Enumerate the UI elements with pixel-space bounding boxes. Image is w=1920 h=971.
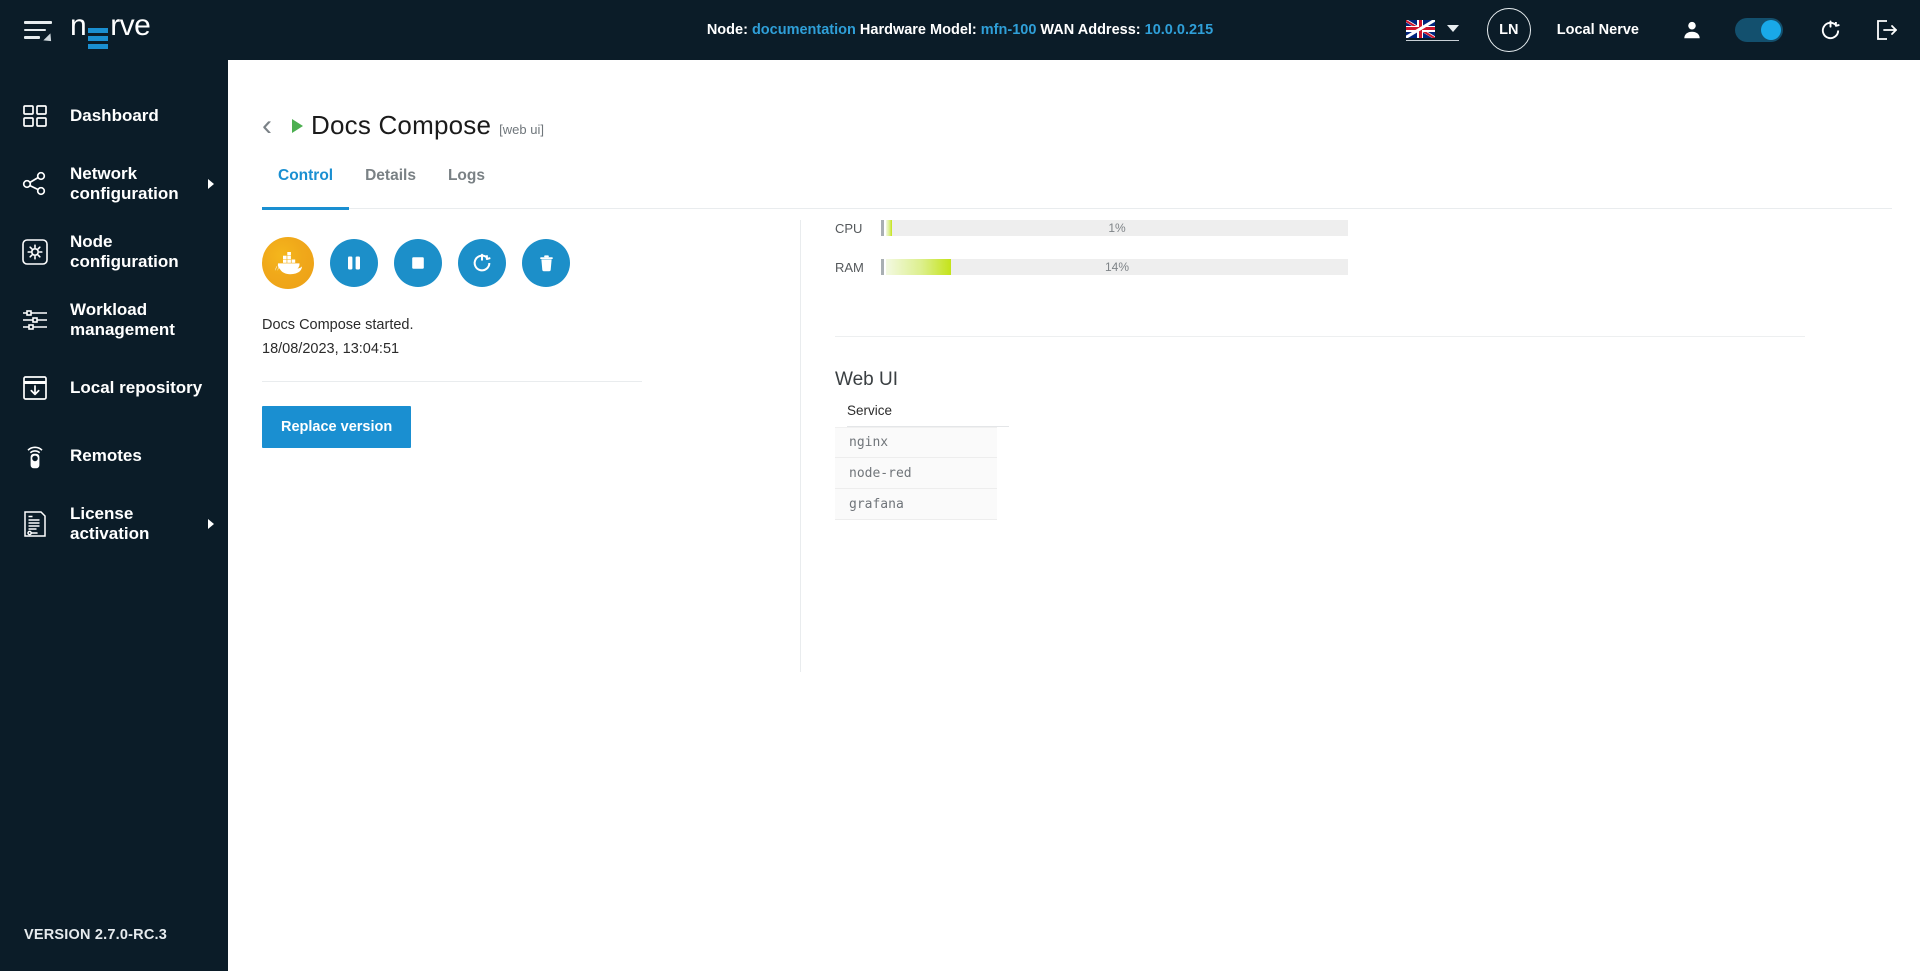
ram-label: RAM	[835, 259, 864, 275]
app-root: n rve Node: documentation Hardware Model…	[0, 0, 1920, 971]
sidebar-item-local-repository[interactable]: Local repository	[0, 354, 228, 422]
restart-icon[interactable]	[1819, 19, 1842, 42]
docker-icon[interactable]	[262, 237, 314, 289]
sliders-icon	[18, 303, 52, 337]
sidebar-item-remotes[interactable]: Remotes	[0, 422, 228, 490]
logo-text-right: rve	[110, 9, 151, 42]
wan-label: WAN Address:	[1040, 22, 1141, 38]
restart-button[interactable]	[458, 239, 506, 287]
chevron-down-icon	[1446, 25, 1459, 32]
page-header: ‹ Docs Compose [web ui]	[228, 60, 1920, 141]
sidebar-item-node-configuration[interactable]: Node configuration	[0, 218, 228, 286]
back-button[interactable]: ‹	[262, 110, 272, 141]
cpu-percent-label: 1%	[1108, 221, 1126, 235]
uk-flag-icon	[1405, 19, 1435, 38]
chevron-right-icon	[208, 179, 214, 189]
hardware-label: Hardware Model:	[859, 22, 977, 38]
sidebar-item-label: License activation	[70, 503, 150, 543]
tab-logs[interactable]: Logs	[432, 167, 501, 208]
service-column-header: Service	[847, 403, 1009, 427]
sidebar-item-label: Dashboard	[70, 105, 159, 125]
tab-details[interactable]: Details	[349, 167, 432, 208]
main-content: ‹ Docs Compose [web ui] Control Details …	[228, 60, 1920, 971]
sidebar-item-label: Node configuration	[70, 231, 179, 271]
workload-status-text: Docs Compose started.	[262, 317, 414, 333]
meter-start-marker	[881, 259, 884, 275]
ram-percent-label: 14%	[1104, 260, 1130, 274]
pause-button[interactable]	[330, 239, 378, 287]
user-icon[interactable]	[1681, 19, 1703, 41]
sidebar-item-dashboard[interactable]: Dashboard	[0, 82, 228, 150]
wan-value: 10.0.0.215	[1144, 22, 1214, 38]
page-title: Docs Compose	[311, 110, 492, 140]
logo-text-left: n	[70, 9, 87, 42]
sidebar-item-label: Network configuration	[70, 163, 179, 203]
cpu-meter: CPU 1%	[835, 220, 1860, 236]
logout-icon[interactable]	[1874, 18, 1898, 42]
sidebar-item-label: Local repository	[70, 377, 203, 397]
list-item[interactable]: node-red	[835, 458, 997, 489]
tab-bar: Control Details Logs	[262, 167, 1892, 210]
node-value: documentation	[751, 22, 856, 38]
avatar-initials: LN	[1499, 22, 1519, 38]
node-config-icon	[18, 235, 52, 269]
ram-progress-bar: 14%	[886, 259, 1348, 275]
meter-start-marker	[881, 220, 884, 236]
chevron-right-icon	[208, 519, 214, 529]
tab-control[interactable]: Control	[262, 167, 350, 210]
cpu-progress-bar: 1%	[886, 220, 1348, 236]
page-subtitle: [web ui]	[499, 122, 544, 137]
running-status-icon	[292, 118, 303, 133]
avatar[interactable]: LN	[1486, 8, 1531, 52]
list-item[interactable]: grafana	[835, 489, 997, 520]
repository-icon	[18, 371, 52, 405]
network-icon	[18, 167, 52, 201]
dashboard-icon	[18, 99, 52, 133]
control-left-column: Docs Compose started. 18/08/2023, 13:04:…	[262, 237, 682, 448]
top-bar: n rve Node: documentation Hardware Model…	[0, 0, 1920, 60]
ram-meter: RAM 14%	[835, 259, 1860, 275]
top-bar-actions: LN Local Nerve	[1405, 0, 1898, 60]
sidebar-item-network-configuration[interactable]: Network configuration	[0, 150, 228, 218]
list-item[interactable]: nginx	[835, 427, 997, 458]
node-label: Node:	[706, 22, 748, 38]
license-icon	[18, 507, 52, 541]
language-selector[interactable]	[1405, 19, 1459, 41]
delete-button[interactable]	[522, 239, 570, 287]
divider	[262, 381, 642, 382]
username-label: Local Nerve	[1556, 22, 1639, 38]
control-buttons-row	[262, 237, 682, 289]
sidebar: Dashboard Network configuration Node con…	[0, 60, 228, 971]
sidebar-item-label: Remotes	[70, 445, 142, 465]
sidebar-item-label: Workload management	[70, 299, 175, 339]
sidebar-item-license-activation[interactable]: License activation	[0, 490, 228, 558]
hardware-value: mfn-100	[980, 22, 1037, 38]
web-ui-section-title: Web UI	[835, 369, 899, 390]
workload-status-time: 18/08/2023, 13:04:51	[262, 341, 400, 357]
divider	[835, 336, 1805, 337]
version-label: VERSION 2.7.0-RC.3	[24, 927, 168, 943]
control-right-column: CPU 1% RAM 14% Web UI Service nginx node…	[800, 220, 1860, 672]
cpu-label: CPU	[835, 220, 863, 236]
service-table: nginx node-red grafana	[835, 427, 997, 520]
menu-toggle-icon[interactable]	[24, 19, 55, 45]
stop-button[interactable]	[394, 239, 442, 287]
sidebar-item-workload-management[interactable]: Workload management	[0, 286, 228, 354]
theme-toggle[interactable]	[1735, 18, 1783, 42]
replace-version-button[interactable]: Replace version	[262, 406, 412, 448]
logo-bars-icon	[88, 28, 109, 49]
remote-icon	[18, 439, 52, 473]
nerve-logo[interactable]: n rve	[70, 9, 151, 51]
